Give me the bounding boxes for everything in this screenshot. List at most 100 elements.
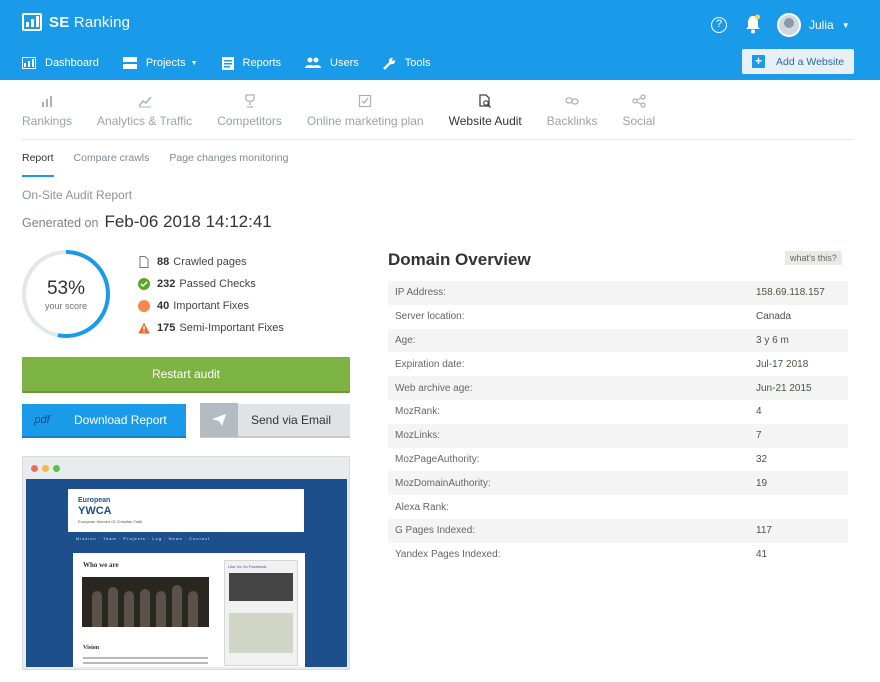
notification-bell-icon[interactable] — [745, 14, 761, 34]
nav-projects[interactable]: Projects ▼ — [122, 54, 198, 72]
page-icon — [139, 256, 149, 268]
projects-icon — [122, 57, 137, 69]
user-menu[interactable]: Julia ▼ — [777, 13, 850, 37]
tab-social[interactable]: Social — [622, 94, 655, 139]
row-label: Alexa Rank: — [395, 501, 449, 513]
tab-competitors[interactable]: Competitors — [217, 94, 282, 139]
whats-this-button[interactable]: what's this? — [785, 251, 842, 265]
nav-tools[interactable]: Tools — [382, 54, 430, 72]
sub-tabs: Report Compare crawls Page changes monit… — [22, 152, 308, 177]
audit-stats: 88 Crawled pages 232 Passed Checks 40 Impor… — [138, 251, 284, 339]
website-preview: European YWCA European Women Of Christia… — [22, 456, 350, 670]
table-row: MozDomainAuthority: 19 — [388, 471, 848, 496]
main-nav: Dashboard Projects ▼ Reports Users Tools — [22, 54, 454, 72]
avatar — [777, 13, 801, 37]
tab-analytics-traffic[interactable]: Analytics & Traffic — [97, 94, 192, 139]
restart-audit-button[interactable]: Restart audit — [22, 357, 350, 393]
reports-icon — [221, 56, 234, 70]
site-facebook-widget: Like Us On Facebook — [224, 560, 298, 666]
row-label: Age: — [395, 334, 416, 346]
row-value: 41 — [756, 549, 768, 561]
tools-icon — [382, 57, 395, 70]
row-value: Canada — [756, 311, 792, 323]
table-row: Expiration date: Jul-17 2018 — [388, 352, 848, 376]
backlinks-icon — [565, 97, 579, 105]
table-row: Web archive age: Jun-21 2015 — [388, 376, 848, 400]
row-value: 4 — [756, 406, 762, 418]
report-title: On-Site Audit Report — [22, 188, 133, 202]
top-header: SE Ranking ? Julia ▼ Dashboard Projects … — [0, 0, 880, 80]
table-row: Server location: Canada — [388, 305, 848, 329]
row-label: Web archive age: — [395, 382, 473, 394]
site-screenshot: European YWCA European Women Of Christia… — [26, 479, 347, 667]
tab-website-audit[interactable]: Website Audit — [449, 94, 522, 139]
send-via-email-button[interactable]: Send via Email — [200, 403, 350, 438]
paper-plane-icon — [200, 403, 238, 437]
check-circle-icon — [138, 278, 150, 290]
tab-rankings[interactable]: Rankings — [22, 94, 72, 139]
row-label: IP Address: — [395, 287, 446, 299]
subtab-compare-crawls[interactable]: Compare crawls — [74, 152, 150, 177]
site-paragraph — [83, 657, 208, 667]
generated-value: Feb-06 2018 14:12:41 — [104, 212, 272, 231]
row-label: MozDomainAuthority: — [395, 477, 491, 489]
domain-overview-table: IP Address: 158.69.118.157 Server location… — [388, 281, 848, 567]
row-label: Yandex Pages Indexed: — [395, 549, 501, 561]
generated-date: Generated on Feb-06 2018 14:12:41 — [22, 212, 272, 232]
rankings-icon — [42, 96, 53, 107]
score-percent: 53% — [46, 278, 86, 299]
checklist-icon — [359, 94, 372, 108]
row-value: Jul-17 2018 — [756, 358, 809, 370]
row-value: Jun-21 2015 — [756, 382, 812, 394]
row-value: 117 — [756, 525, 772, 537]
close-dot-icon — [31, 465, 38, 472]
stat-semi-important-fixes[interactable]: 175 Semi-Important Fixes — [138, 317, 284, 339]
nav-reports[interactable]: Reports — [221, 54, 281, 72]
table-row: MozLinks: 7 — [388, 423, 848, 448]
dashboard-icon — [22, 57, 36, 69]
subtab-report[interactable]: Report — [22, 152, 54, 177]
table-row: Age: 3 y 6 m — [388, 328, 848, 353]
module-tabs: Rankings Analytics & Traffic Competitors… — [22, 94, 854, 140]
chevron-down-icon: ▼ — [190, 59, 198, 67]
nav-dashboard[interactable]: Dashboard — [22, 54, 99, 72]
logo-chart-icon — [22, 13, 42, 31]
help-icon[interactable]: ? — [711, 17, 727, 33]
orange-dot-icon — [138, 300, 150, 312]
row-label: MozPageAuthority: — [395, 453, 480, 465]
site-group-photo — [82, 577, 209, 627]
table-row: Yandex Pages Indexed: 41 — [388, 543, 848, 567]
chevron-down-icon: ▼ — [841, 20, 850, 30]
nav-users[interactable]: Users — [305, 54, 359, 72]
row-value: 32 — [756, 453, 768, 465]
add-website-button[interactable]: + Add a Website — [742, 49, 854, 74]
plus-icon: + — [752, 55, 765, 68]
table-row: MozPageAuthority: 32 — [388, 448, 848, 472]
site-header: European YWCA European Women Of Christia… — [68, 489, 304, 532]
stat-important-fixes[interactable]: 40 Important Fixes — [138, 295, 284, 317]
brand-name: SE Ranking — [49, 13, 131, 31]
maximize-dot-icon — [53, 465, 60, 472]
app-logo[interactable]: SE Ranking — [22, 13, 130, 31]
users-icon — [305, 57, 322, 68]
share-icon — [632, 94, 646, 108]
table-row: IP Address: 158.69.118.157 — [388, 281, 848, 305]
user-name: Julia — [809, 18, 834, 32]
stat-passed-checks[interactable]: 232 Passed Checks — [138, 273, 284, 295]
generated-label: Generated on — [22, 216, 99, 230]
analytics-icon — [138, 96, 152, 108]
tab-backlinks[interactable]: Backlinks — [547, 94, 597, 139]
site-menu: Mission · Team · Projects · Log · News ·… — [76, 536, 210, 541]
site-content: Who we are Vision Like Us On Facebook — [73, 553, 305, 667]
trophy-icon — [244, 94, 255, 108]
row-label: MozLinks: — [395, 430, 441, 442]
pdf-icon: pdf — [34, 414, 50, 426]
table-row: Alexa Rank: — [388, 495, 848, 519]
stat-crawled-pages[interactable]: 88 Crawled pages — [138, 251, 284, 273]
tab-online-marketing-plan[interactable]: Online marketing plan — [307, 94, 424, 139]
row-label: Server location: — [395, 311, 465, 323]
score-display: 53% your score — [22, 278, 110, 311]
row-label: MozRank: — [395, 406, 441, 418]
download-report-button[interactable]: pdf Download Report — [22, 404, 186, 438]
subtab-page-changes-monitoring[interactable]: Page changes monitoring — [169, 152, 288, 177]
